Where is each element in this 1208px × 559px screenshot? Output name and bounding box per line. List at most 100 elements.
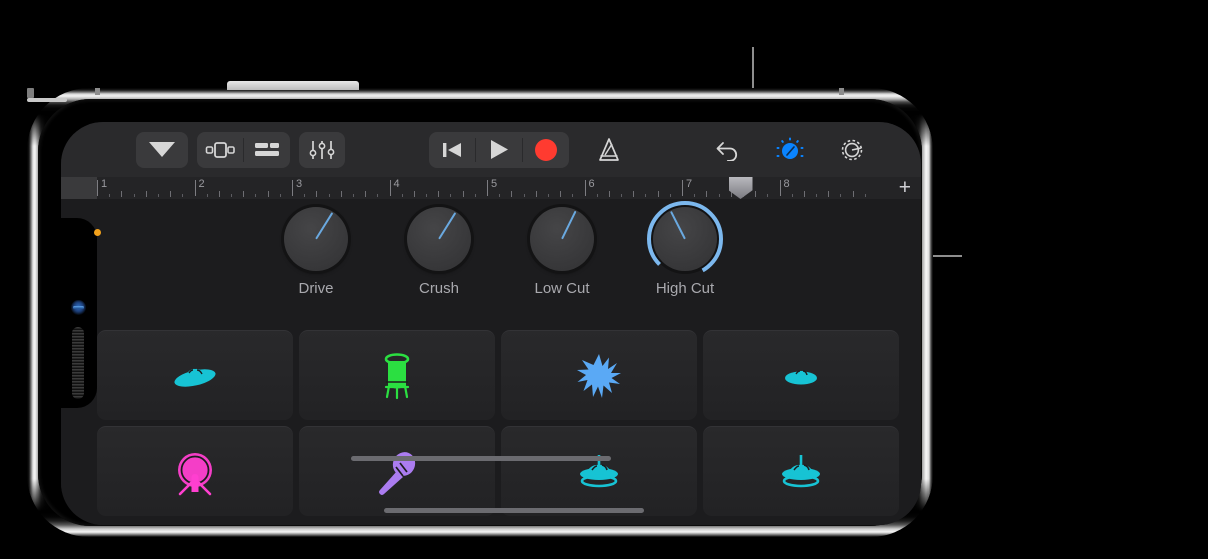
ruler-tick <box>206 194 208 197</box>
add-track-button[interactable]: + <box>899 177 911 198</box>
ruler-bar-number: 1 <box>101 178 108 190</box>
ruler-bar: 4 <box>389 177 488 199</box>
navigation-chevron-button[interactable] <box>136 131 188 168</box>
ruler-tick <box>413 191 415 197</box>
instrument-view-button[interactable] <box>197 132 243 168</box>
iphone-device-frame: 12345678 + Drive Crush Low Cut High Cut <box>27 81 933 537</box>
mixer-button[interactable] <box>299 131 345 168</box>
undo-button[interactable] <box>706 132 750 168</box>
ruler-bar-number: 4 <box>393 178 400 190</box>
pad-row <box>97 426 905 516</box>
ruler-tick <box>377 194 379 197</box>
ruler-tick <box>121 191 123 197</box>
ruler-bar-number: 7 <box>686 178 693 190</box>
screenshot-root: 12345678 + Drive Crush Low Cut High Cut <box>0 0 1208 559</box>
ruler-tick <box>499 194 501 197</box>
ruler-bar-number: 3 <box>296 178 303 190</box>
ruler-tick <box>340 191 342 197</box>
pad-clap-burst[interactable] <box>501 330 697 420</box>
ruler-tick <box>645 194 647 197</box>
ruler-bar-line <box>487 180 488 196</box>
ruler-tick <box>718 194 720 197</box>
starburst-icon <box>577 353 621 398</box>
undo-icon <box>716 141 738 161</box>
pad-kick-drum[interactable] <box>97 426 293 516</box>
ruler-bar-number: 2 <box>198 178 205 190</box>
ruler-tick <box>170 191 172 197</box>
knob-low-cut[interactable]: Low Cut <box>527 207 597 297</box>
ruler-tick <box>828 191 830 197</box>
metronome-button[interactable] <box>587 132 631 168</box>
ruler-tick <box>560 191 562 197</box>
ruler-bar: 8 <box>779 177 878 199</box>
transport-group <box>429 131 569 168</box>
knob-dial-low-cut[interactable] <box>530 207 594 271</box>
knob-indicator <box>561 210 577 240</box>
knob-label-drive: Drive <box>298 280 334 297</box>
ruler-tick <box>657 191 659 197</box>
ruler-bar: 3 <box>292 177 390 199</box>
ruler-bar: 2 <box>194 177 293 199</box>
ruler-tick <box>474 194 476 197</box>
knob-crush[interactable]: Crush <box>404 207 474 297</box>
ruler-tick <box>145 191 147 197</box>
ruler-tick <box>511 191 513 197</box>
ruler-tick <box>633 191 635 197</box>
pad-open-hihat-1[interactable] <box>501 426 697 516</box>
antenna-band-top-left <box>95 88 100 95</box>
metronome-icon <box>599 137 619 161</box>
ruler-tick <box>596 194 598 197</box>
ruler-bar-number: 8 <box>783 178 790 190</box>
ruler-tick <box>535 191 537 197</box>
knob-drive[interactable]: Drive <box>281 207 351 297</box>
timeline-ruler[interactable]: 1 2 3 4 5 6 7 8 + <box>61 177 921 199</box>
flat-cymbal-icon <box>785 369 817 384</box>
pad-tom-drum[interactable] <box>299 330 495 420</box>
pad-maraca[interactable] <box>299 426 495 516</box>
ruler-tick <box>523 194 525 197</box>
ruler-tick <box>840 194 842 197</box>
fx-controls-button[interactable] <box>768 132 812 168</box>
toolbar-left-group <box>136 131 345 168</box>
pad-open-hihat-2[interactable] <box>703 426 899 516</box>
knob-indicator <box>315 212 334 240</box>
knob-label-crush: Crush <box>418 280 459 297</box>
ruler-tick <box>438 191 440 197</box>
rewind-button[interactable] <box>429 132 475 168</box>
play-button[interactable] <box>476 132 522 168</box>
tracks-view-button[interactable] <box>244 132 290 168</box>
ruler-bar: 5 <box>487 177 585 199</box>
home-indicator[interactable] <box>384 508 644 513</box>
record-button[interactable] <box>523 132 569 168</box>
play-icon <box>491 140 508 159</box>
pad-flat-cymbal[interactable] <box>703 330 899 420</box>
knob-dial-high-cut[interactable] <box>647 201 723 277</box>
ruler-tick <box>462 191 464 197</box>
ruler-tick <box>218 191 220 197</box>
ruler-tick <box>243 191 245 197</box>
toolbar-right-group <box>706 132 874 168</box>
earpiece-speaker-icon <box>72 327 84 399</box>
ruler-bar-line <box>97 180 98 196</box>
knob-indicator <box>438 212 457 240</box>
ruler-track[interactable]: 1 2 3 4 5 6 7 8 <box>97 177 877 199</box>
knob-label-high-cut: High Cut <box>655 280 715 297</box>
ruler-tick <box>669 194 671 197</box>
ruler-bar: 1 <box>97 177 195 199</box>
knob-dial-crush[interactable] <box>407 207 471 271</box>
ruler-bar-line <box>292 180 293 196</box>
knob-high-cut[interactable]: High Cut <box>647 201 723 297</box>
ruler-tick <box>304 194 306 197</box>
ruler-tick <box>767 194 769 197</box>
pad-scroll-indicator[interactable] <box>351 456 611 461</box>
knob-dial-drive[interactable] <box>284 207 348 271</box>
fx-knob-row: Drive Crush Low Cut High Cut <box>61 199 921 319</box>
pad-closed-hihat[interactable] <box>97 330 293 420</box>
ruler-tick <box>109 194 111 197</box>
antenna-band-right <box>27 88 34 98</box>
gear-icon <box>841 139 863 160</box>
settings-button[interactable] <box>830 132 874 168</box>
tom-drum-icon <box>384 352 410 399</box>
ruler-bar-line <box>194 180 196 196</box>
ruler-left-pad <box>61 177 97 199</box>
